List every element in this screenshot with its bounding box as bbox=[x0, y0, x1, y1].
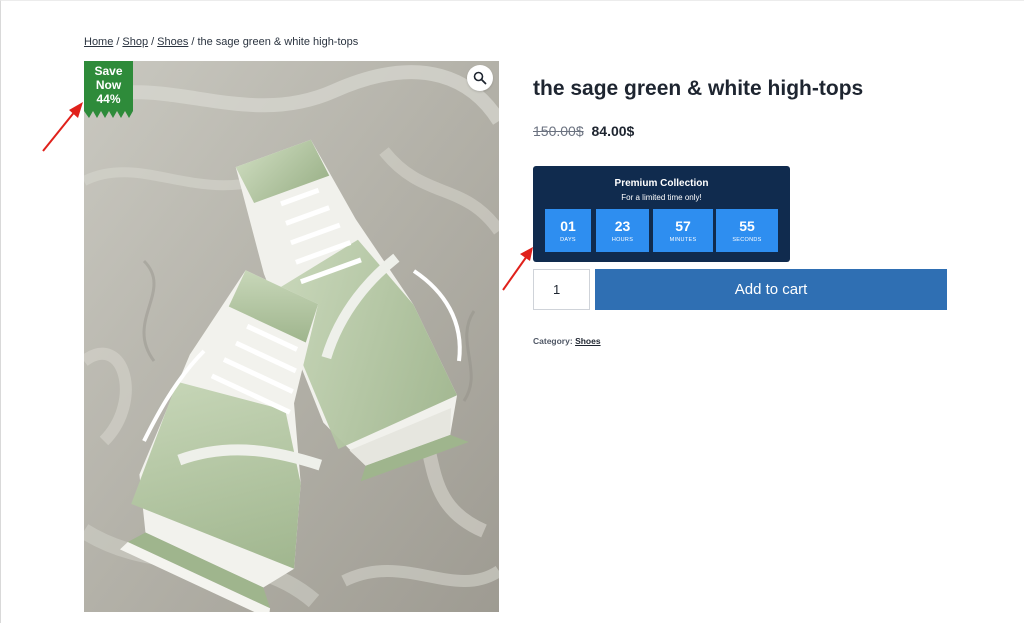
breadcrumb-separator: / bbox=[151, 36, 155, 48]
annotation-arrow-badge bbox=[42, 102, 83, 152]
sneakers-photo bbox=[84, 61, 499, 612]
countdown-title: Premium Collection bbox=[614, 178, 709, 189]
countdown-minutes: 57 MINUTES bbox=[653, 209, 713, 252]
countdown-seconds: 55 SECONDS bbox=[716, 209, 778, 252]
quantity-input[interactable] bbox=[533, 269, 590, 310]
badge-text: Save Now 44% bbox=[84, 64, 133, 106]
category-link[interactable]: Shoes bbox=[575, 336, 601, 346]
badge-line-1: Save bbox=[94, 64, 123, 78]
breadcrumb-separator: / bbox=[116, 36, 120, 48]
zoom-button[interactable] bbox=[467, 65, 493, 91]
countdown-days: 01 DAYS bbox=[545, 209, 591, 252]
countdown-subtitle: For a limited time only! bbox=[621, 193, 702, 202]
countdown-days-value: 01 bbox=[560, 218, 576, 234]
product-image[interactable] bbox=[84, 61, 499, 612]
countdown-days-label: DAYS bbox=[560, 237, 576, 243]
countdown-timer: Premium Collection For a limited time on… bbox=[533, 166, 790, 262]
breadcrumb-current: the sage green & white high-tops bbox=[197, 36, 359, 48]
sale-badge: Save Now 44% bbox=[84, 61, 133, 118]
badge-line-3: 44% bbox=[96, 92, 121, 106]
countdown-minutes-value: 57 bbox=[675, 218, 691, 234]
breadcrumb: Home / Shop / Shoes / the sage green & white h… bbox=[84, 36, 358, 48]
zoom-icon bbox=[473, 71, 487, 85]
product-category: Category: Shoes bbox=[533, 336, 601, 346]
breadcrumb-home[interactable]: Home bbox=[84, 36, 113, 48]
countdown-seconds-label: SECONDS bbox=[732, 237, 762, 243]
breadcrumb-shop[interactable]: Shop bbox=[122, 36, 148, 48]
annotation-arrow-countdown bbox=[502, 247, 533, 291]
countdown-hours: 23 HOURS bbox=[596, 209, 649, 252]
countdown-hours-label: HOURS bbox=[611, 237, 634, 243]
category-label: Category: bbox=[533, 336, 573, 346]
old-price: 150.00$ bbox=[533, 123, 584, 139]
countdown-minutes-label: MINUTES bbox=[669, 237, 697, 243]
countdown-hours-value: 23 bbox=[614, 218, 631, 234]
product-price: 150.00$ 84.00$ bbox=[533, 123, 634, 139]
countdown-seconds-value: 55 bbox=[739, 218, 755, 234]
breadcrumb-shoes[interactable]: Shoes bbox=[157, 36, 188, 48]
breadcrumb-separator: / bbox=[191, 36, 195, 48]
product-title: the sage green & white high-tops bbox=[533, 77, 864, 100]
sale-price: 84.00$ bbox=[591, 123, 635, 139]
add-to-cart-button[interactable]: Add to cart bbox=[595, 269, 947, 310]
badge-line-2: Now bbox=[95, 78, 122, 92]
